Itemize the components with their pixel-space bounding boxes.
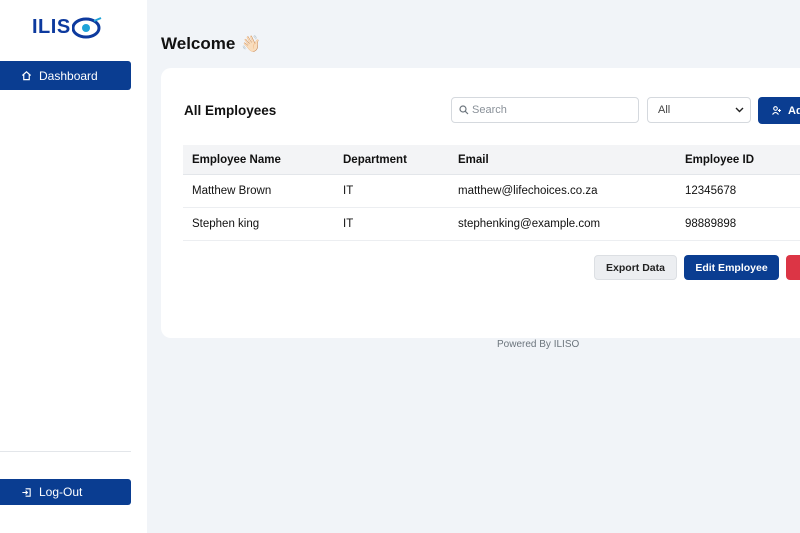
department-filter-select[interactable]: All — [647, 97, 751, 123]
employees-card: All Employees All Ad Employee Name Depar… — [161, 68, 800, 338]
email-cell: matthew@lifechoices.co.za — [449, 174, 676, 208]
email-cell: stephenking@example.com — [449, 207, 676, 241]
table-row[interactable]: Stephen king IT stephenking@example.com … — [183, 207, 800, 241]
employee-id-cell: 98889898 — [676, 207, 800, 241]
employee-id-cell: 12345678 — [676, 174, 800, 208]
sidebar-divider — [0, 451, 131, 452]
welcome-text: Welcome — [161, 34, 236, 53]
add-user-icon — [772, 106, 781, 115]
column-header-employee-id[interactable]: Employee ID — [676, 145, 800, 175]
logo-text: ILIS — [32, 16, 71, 38]
department-cell: IT — [334, 207, 449, 241]
employee-name-cell: Stephen king — [183, 207, 334, 241]
column-header-name[interactable]: Employee Name — [183, 145, 334, 175]
employees-table: Employee Name Department Email Employee … — [183, 145, 800, 241]
brand-logo[interactable]: ILIS — [32, 16, 102, 39]
page-title: Welcome 👋🏻 — [161, 34, 261, 54]
add-employee-label: Ad — [788, 104, 800, 117]
logout-icon — [22, 487, 31, 497]
column-header-email[interactable]: Email — [449, 145, 676, 175]
sidebar-item-dashboard[interactable]: Dashboard — [0, 61, 131, 90]
footer-text: Powered By ILISO — [497, 339, 580, 350]
waving-hand-icon: 👋🏻 — [241, 36, 262, 53]
eye-logo-icon — [71, 16, 102, 38]
department-cell: IT — [334, 174, 449, 208]
sidebar: ILIS Dashboard Log-Out — [0, 0, 147, 533]
search-box[interactable] — [451, 97, 639, 123]
sidebar-item-label: Dashboard — [39, 68, 98, 83]
logout-button[interactable]: Log-Out — [0, 479, 131, 505]
table-header-row: Employee Name Department Email Employee … — [183, 145, 800, 175]
table-row[interactable]: Matthew Brown IT matthew@lifechoices.co.… — [183, 174, 800, 208]
employee-name-cell: Matthew Brown — [183, 174, 334, 208]
employees-title: All Employees — [184, 103, 277, 118]
home-icon — [21, 71, 32, 81]
export-data-button[interactable]: Export Data — [594, 255, 677, 280]
search-icon — [459, 105, 469, 115]
column-header-department[interactable]: Department — [334, 145, 449, 175]
filter-selected-value: All — [658, 104, 671, 116]
chevron-down-icon — [735, 107, 744, 113]
add-employee-button[interactable]: Ad — [758, 97, 800, 124]
delete-employee-button[interactable] — [786, 255, 800, 280]
logout-label: Log-Out — [39, 485, 83, 499]
edit-employee-button[interactable]: Edit Employee — [684, 255, 779, 280]
search-input[interactable] — [469, 103, 634, 117]
